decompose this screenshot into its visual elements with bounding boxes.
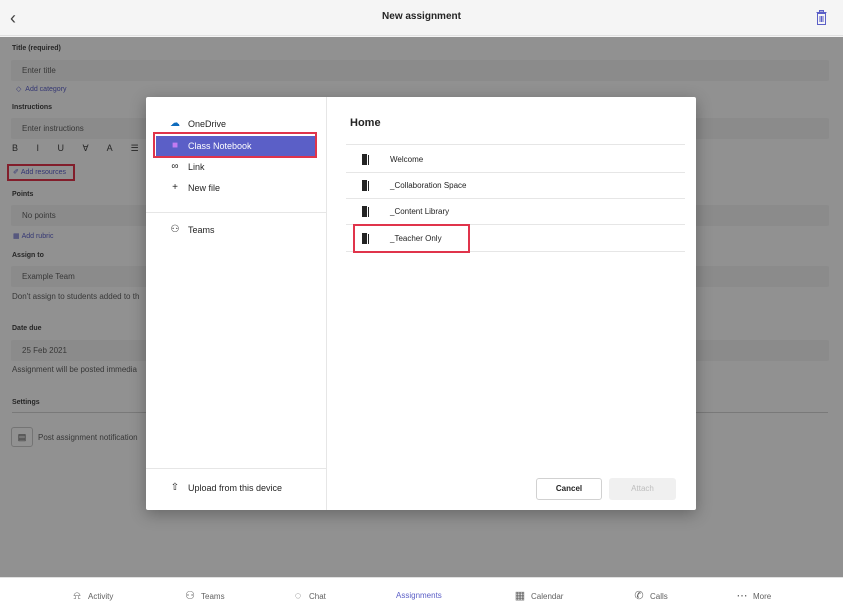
calendar-icon: ▦ bbox=[514, 590, 526, 602]
source-label: OneDrive bbox=[188, 119, 227, 129]
bottom-nav: ⍾ Activity ⚇ Teams ◌ Chat Assignments ▦ Cale… bbox=[0, 577, 843, 614]
source-label: Upload from this device bbox=[188, 483, 283, 493]
source-label: Teams bbox=[188, 225, 215, 235]
source-onedrive[interactable]: ☁ OneDrive bbox=[156, 114, 316, 134]
source-new-file[interactable]: + New file bbox=[156, 178, 316, 198]
page-title: New assignment bbox=[382, 11, 461, 22]
bell-icon: ⍾ bbox=[73, 590, 81, 602]
list-top-divider bbox=[346, 144, 685, 145]
source-upload[interactable]: ⇧ Upload from this device bbox=[156, 478, 316, 498]
nav-label: More bbox=[753, 592, 772, 601]
nav-label: Assignments bbox=[396, 591, 442, 600]
notebook-item-welcome[interactable]: Welcome bbox=[346, 147, 685, 173]
nav-label: Activity bbox=[88, 592, 114, 601]
class-notebook-highlight bbox=[153, 132, 317, 158]
notebook-icon bbox=[362, 154, 367, 165]
notebook-icon bbox=[362, 206, 367, 217]
nav-teams[interactable]: ⚇ Teams bbox=[183, 588, 225, 604]
nav-chat[interactable]: ◌ Chat bbox=[291, 588, 326, 604]
top-bar: ‹ New assignment bbox=[0, 0, 843, 36]
source-teams[interactable]: ⚇ Teams bbox=[156, 220, 316, 240]
phone-icon: ✆ bbox=[634, 590, 644, 602]
notebook-icon bbox=[362, 180, 367, 191]
teams-icon: ⚇ bbox=[185, 590, 195, 602]
nav-more[interactable]: ⋯ More bbox=[735, 588, 772, 604]
nav-assignments[interactable]: Assignments bbox=[396, 588, 442, 604]
notebook-item-label: _Content Library bbox=[390, 207, 450, 216]
more-icon: ⋯ bbox=[736, 590, 748, 602]
upload-icon: ⇧ bbox=[170, 482, 180, 493]
source-panel: ☁ OneDrive ■ Class Notebook ∞ Link + New… bbox=[146, 97, 327, 510]
chat-icon: ◌ bbox=[294, 590, 302, 602]
nav-label: Chat bbox=[309, 592, 326, 601]
home-heading: Home bbox=[350, 117, 381, 129]
nav-label: Calls bbox=[650, 592, 668, 601]
trash-icon[interactable] bbox=[816, 10, 827, 25]
cloud-icon: ☁ bbox=[170, 118, 180, 129]
source-label: New file bbox=[188, 183, 221, 193]
link-icon: ∞ bbox=[171, 161, 179, 172]
notebook-item-label: Welcome bbox=[390, 155, 424, 164]
teacher-only-highlight bbox=[353, 224, 470, 253]
nav-calls[interactable]: ✆ Calls bbox=[632, 588, 668, 604]
attach-dialog: ☁ OneDrive ■ Class Notebook ∞ Link + New… bbox=[146, 97, 696, 510]
nav-activity[interactable]: ⍾ Activity bbox=[70, 588, 113, 604]
teams-icon: ⚇ bbox=[170, 224, 180, 235]
source-divider bbox=[146, 212, 327, 213]
upload-divider bbox=[146, 468, 327, 469]
plus-icon: + bbox=[172, 182, 178, 193]
notebook-item-collaboration[interactable]: _Collaboration Space bbox=[346, 173, 685, 199]
notebook-item-label: _Collaboration Space bbox=[390, 181, 467, 190]
cancel-button[interactable]: Cancel bbox=[536, 478, 602, 500]
nav-calendar[interactable]: ▦ Calendar bbox=[513, 588, 564, 604]
notebook-item-content-library[interactable]: _Content Library bbox=[346, 199, 685, 225]
source-label: Link bbox=[188, 162, 205, 172]
attach-button[interactable]: Attach bbox=[609, 478, 676, 500]
nav-label: Teams bbox=[201, 592, 225, 601]
nav-label: Calendar bbox=[531, 592, 564, 601]
source-link[interactable]: ∞ Link bbox=[156, 157, 316, 177]
